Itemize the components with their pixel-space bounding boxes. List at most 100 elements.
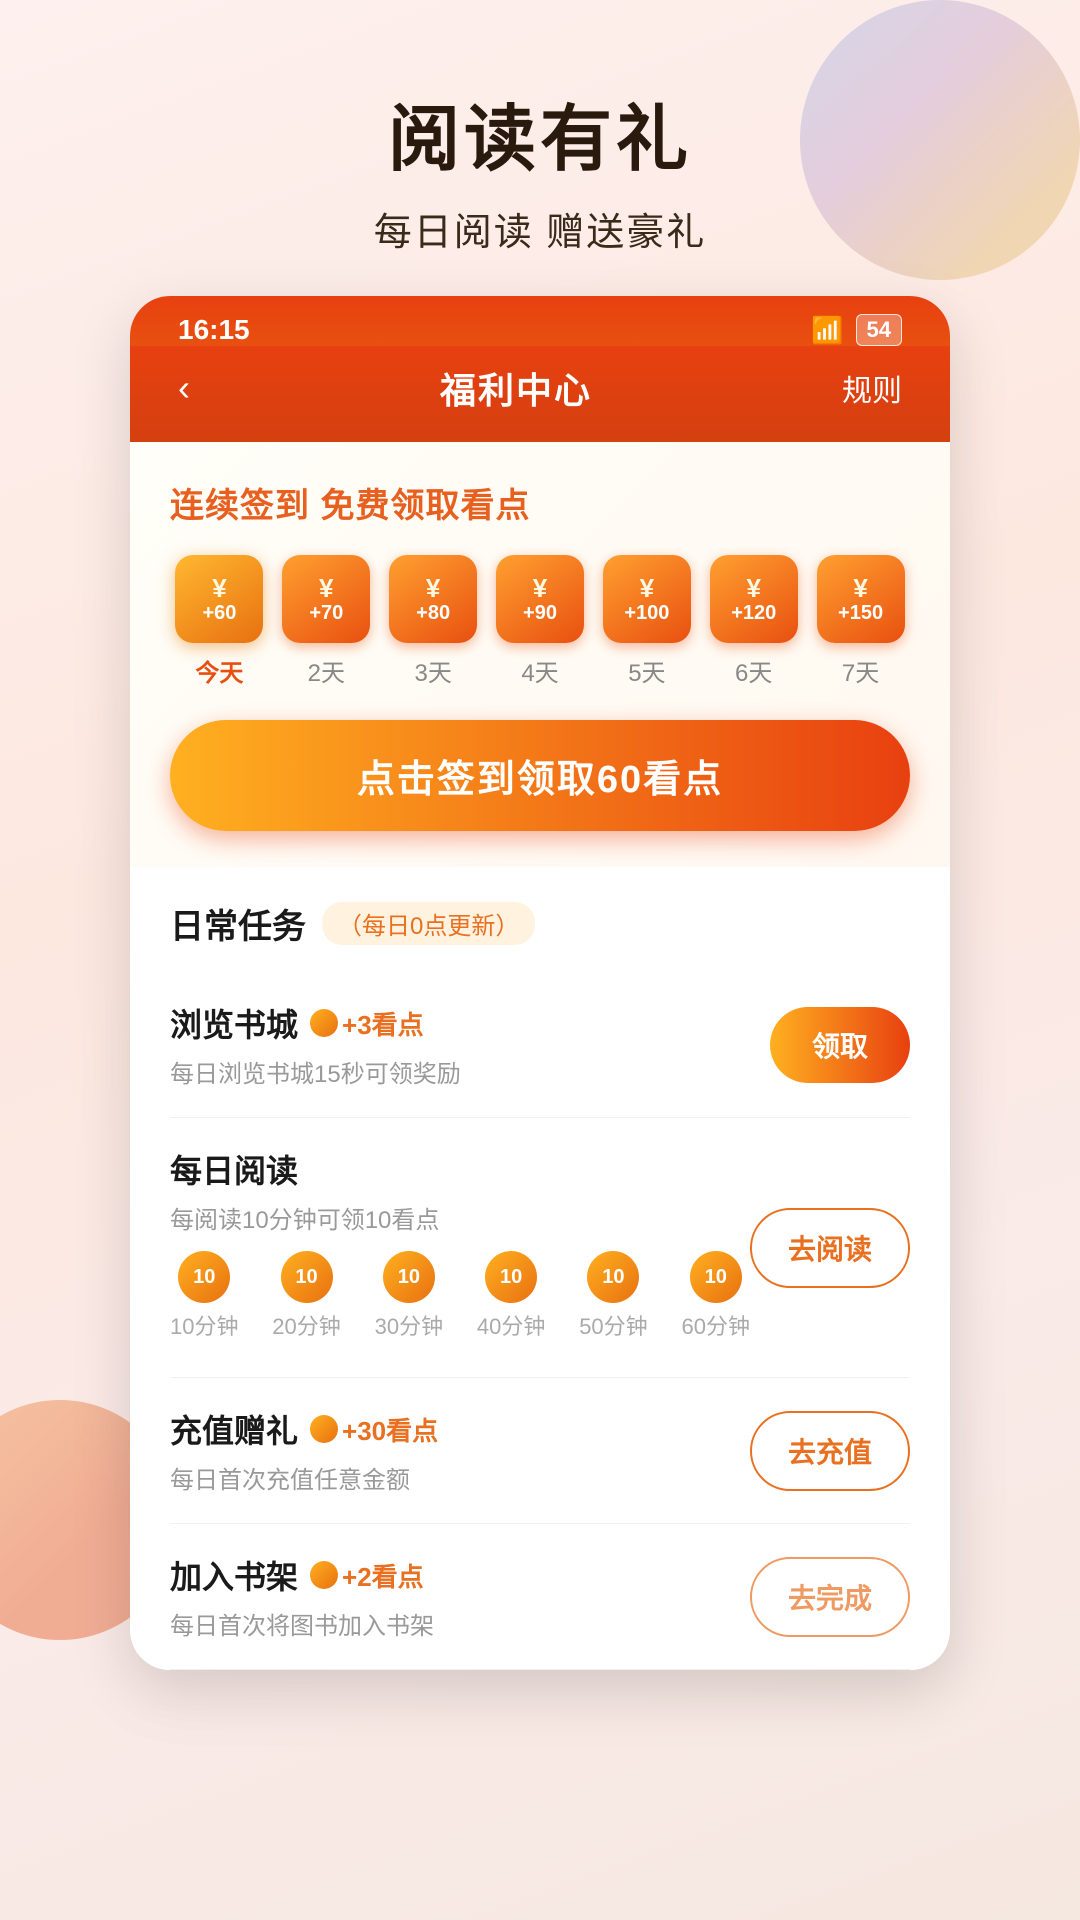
points-coin-icon xyxy=(310,1009,338,1037)
coin-yen-symbol: ¥ xyxy=(212,575,226,601)
signin-day-item[interactable]: ¥ +150 7天 xyxy=(811,555,910,688)
signin-day-item[interactable]: ¥ +80 3天 xyxy=(384,555,483,688)
prog-label: 20分钟 xyxy=(272,1309,340,1341)
task-points-text: +2看点 xyxy=(342,1557,424,1594)
day-coin: ¥ +120 xyxy=(710,555,798,643)
coin-amount: +90 xyxy=(523,603,557,623)
task-name-row: 浏览书城 +3看点 xyxy=(170,1000,770,1046)
nav-title: 福利中心 xyxy=(440,362,592,414)
day-coin: ¥ +60 xyxy=(175,555,263,643)
progress-coin-item: 10 20分钟 xyxy=(272,1251,340,1341)
task-points-text: +3看点 xyxy=(342,1005,424,1042)
page-subtitle: 每日阅读 赠送豪礼 xyxy=(0,201,1080,256)
day-coin: ¥ +150 xyxy=(817,555,905,643)
task-item: 浏览书城 +3看点 每日浏览书城15秒可领奖励 领取 xyxy=(170,972,910,1118)
task-points-badge: +2看点 xyxy=(310,1557,424,1594)
prog-coin: 10 xyxy=(383,1251,435,1303)
task-name: 加入书架 xyxy=(170,1552,298,1598)
task-name-row: 加入书架 +2看点 xyxy=(170,1552,750,1598)
page-title: 阅读有礼 xyxy=(0,80,1080,185)
progress-coin-item: 10 60分钟 xyxy=(681,1251,749,1341)
day-coin: ¥ +90 xyxy=(496,555,584,643)
task-item: 充值赠礼 +30看点 每日首次充值任意金额 去充值 xyxy=(170,1378,910,1524)
coin-yen-symbol: ¥ xyxy=(640,575,654,601)
points-coin-icon xyxy=(310,1561,338,1589)
nav-bar: ‹ 福利中心 规则 xyxy=(130,346,950,442)
prog-label: 40分钟 xyxy=(477,1309,545,1341)
day-label: 3天 xyxy=(414,653,451,688)
task-desc: 每日首次将图书加入书架 xyxy=(170,1606,750,1641)
signin-days-row: ¥ +60 今天 ¥ +70 2天 ¥ +80 3天 ¥ +90 4天 ¥ +1… xyxy=(170,555,910,688)
task-points-badge: +30看点 xyxy=(310,1411,438,1448)
progress-coin-item: 10 40分钟 xyxy=(477,1251,545,1341)
signin-day-item[interactable]: ¥ +60 今天 xyxy=(170,555,269,688)
signin-day-item[interactable]: ¥ +120 6天 xyxy=(704,555,803,688)
task-info: 加入书架 +2看点 每日首次将图书加入书架 xyxy=(170,1552,750,1641)
coin-yen-symbol: ¥ xyxy=(853,575,867,601)
tasks-section: 日常任务 （每日0点更新） 浏览书城 +3看点 每日浏览书城15秒可领奖励 领取… xyxy=(130,867,950,1670)
status-right: 📶 54 xyxy=(811,314,902,346)
prog-label: 10分钟 xyxy=(170,1309,238,1341)
task-action-button[interactable]: 去阅读 xyxy=(750,1208,910,1288)
task-desc: 每日首次充值任意金额 xyxy=(170,1460,750,1495)
signin-day-item[interactable]: ¥ +100 5天 xyxy=(597,555,696,688)
status-bar: 16:15 📶 54 xyxy=(130,296,950,346)
prog-label: 60分钟 xyxy=(681,1309,749,1341)
day-label: 今天 xyxy=(195,653,243,688)
task-points-badge: +3看点 xyxy=(310,1005,424,1042)
signin-day-item[interactable]: ¥ +90 4天 xyxy=(491,555,590,688)
coin-amount: +80 xyxy=(416,603,450,623)
coin-amount: +60 xyxy=(202,603,236,623)
tasks-title: 日常任务 xyxy=(170,899,306,948)
coin-amount: +120 xyxy=(731,603,776,623)
phone-mockup: 16:15 📶 54 ‹ 福利中心 规则 连续签到 免费领取看点 ¥ +60 今… xyxy=(130,296,950,1670)
prog-coin: 10 xyxy=(690,1251,742,1303)
page-header: 阅读有礼 每日阅读 赠送豪礼 xyxy=(0,0,1080,296)
task-desc: 每阅读10分钟可领10看点 xyxy=(170,1200,750,1235)
task-action-button[interactable]: 去完成 xyxy=(750,1557,910,1637)
nav-rules-button[interactable]: 规则 xyxy=(842,366,902,410)
signin-title: 连续签到 免费领取看点 xyxy=(170,478,910,527)
prog-label: 50分钟 xyxy=(579,1309,647,1341)
reading-progress-row: 10 10分钟 10 20分钟 10 30分钟 10 40分钟 10 50分钟 … xyxy=(170,1251,750,1341)
task-info: 浏览书城 +3看点 每日浏览书城15秒可领奖励 xyxy=(170,1000,770,1089)
coin-yen-symbol: ¥ xyxy=(533,575,547,601)
day-coin: ¥ +70 xyxy=(282,555,370,643)
tasks-update-tag: （每日0点更新） xyxy=(322,902,535,945)
task-action-button[interactable]: 领取 xyxy=(770,1007,910,1083)
task-name-row: 充值赠礼 +30看点 xyxy=(170,1406,750,1452)
day-label: 5天 xyxy=(628,653,665,688)
coin-amount: +100 xyxy=(624,603,669,623)
status-time: 16:15 xyxy=(178,314,250,346)
day-coin: ¥ +80 xyxy=(389,555,477,643)
progress-coin-item: 10 10分钟 xyxy=(170,1251,238,1341)
signin-button[interactable]: 点击签到领取60看点 xyxy=(170,720,910,831)
tasks-list: 浏览书城 +3看点 每日浏览书城15秒可领奖励 领取 每日阅读 每阅读10分钟可… xyxy=(170,972,910,1670)
day-label: 6天 xyxy=(735,653,772,688)
points-coin-icon xyxy=(310,1415,338,1443)
task-desc: 每日浏览书城15秒可领奖励 xyxy=(170,1054,770,1089)
wifi-icon: 📶 xyxy=(811,315,843,346)
day-label: 7天 xyxy=(842,653,879,688)
task-name: 充值赠礼 xyxy=(170,1406,298,1452)
back-button[interactable]: ‹ xyxy=(178,367,190,409)
prog-coin: 10 xyxy=(178,1251,230,1303)
task-action-button[interactable]: 去充值 xyxy=(750,1411,910,1491)
task-name: 每日阅读 xyxy=(170,1146,298,1192)
day-label: 4天 xyxy=(521,653,558,688)
day-label: 2天 xyxy=(308,653,345,688)
prog-coin: 10 xyxy=(587,1251,639,1303)
task-item: 每日阅读 每阅读10分钟可领10看点 10 10分钟 10 20分钟 10 30… xyxy=(170,1118,910,1378)
progress-coin-item: 10 50分钟 xyxy=(579,1251,647,1341)
task-points-text: +30看点 xyxy=(342,1411,438,1448)
signin-day-item[interactable]: ¥ +70 2天 xyxy=(277,555,376,688)
coin-yen-symbol: ¥ xyxy=(319,575,333,601)
prog-coin: 10 xyxy=(485,1251,537,1303)
task-item: 加入书架 +2看点 每日首次将图书加入书架 去完成 xyxy=(170,1524,910,1670)
coin-yen-symbol: ¥ xyxy=(426,575,440,601)
tasks-header: 日常任务 （每日0点更新） xyxy=(170,867,910,972)
coin-amount: +150 xyxy=(838,603,883,623)
prog-coin: 10 xyxy=(281,1251,333,1303)
coin-amount: +70 xyxy=(309,603,343,623)
task-name: 浏览书城 xyxy=(170,1000,298,1046)
